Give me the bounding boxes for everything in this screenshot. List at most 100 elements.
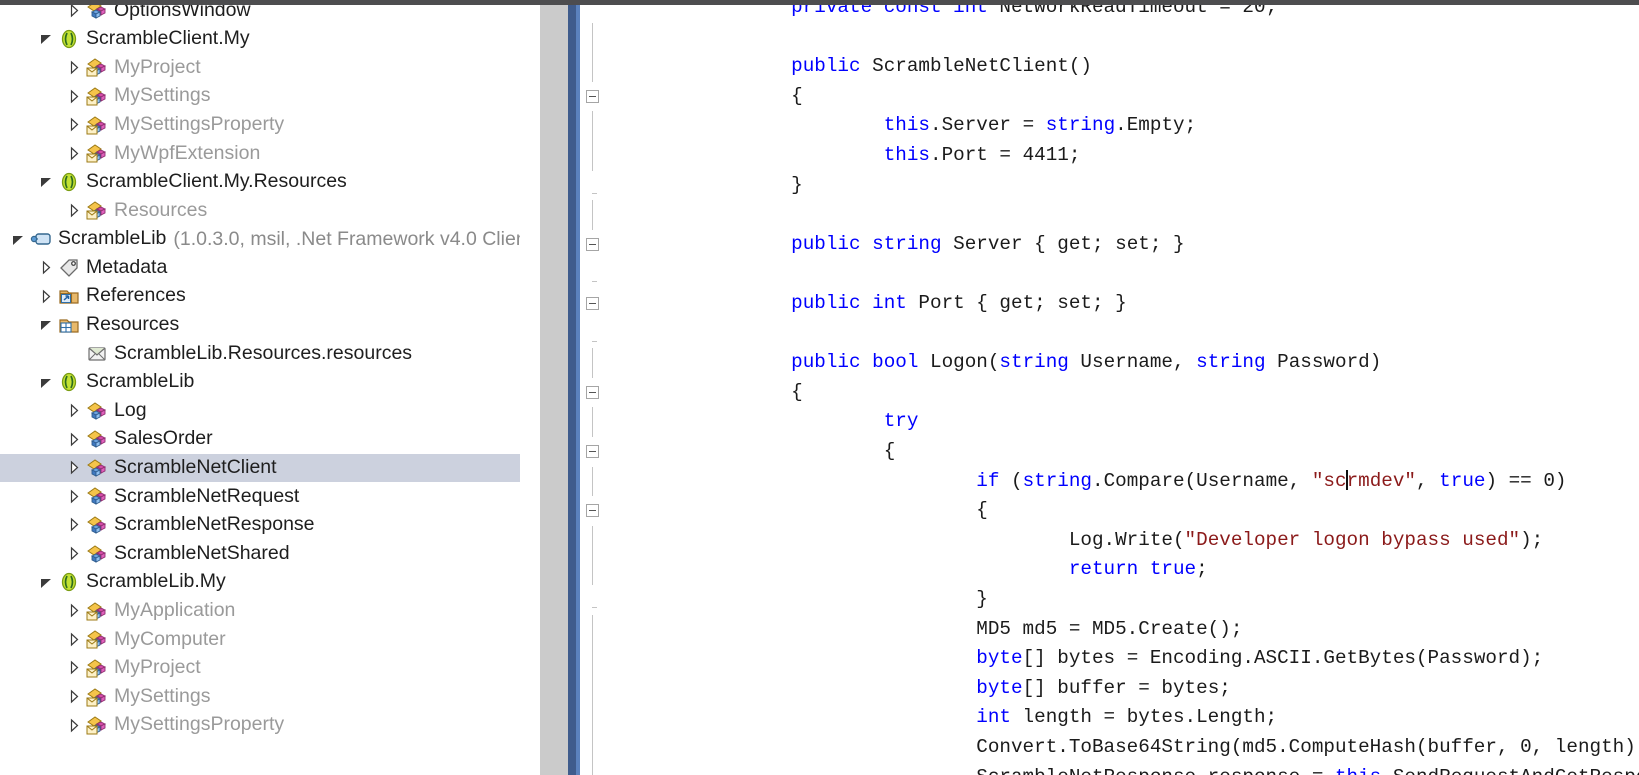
chevron-right-icon[interactable] [66, 631, 83, 648]
tree-item-log[interactable]: Log [0, 396, 520, 425]
fold-collapse-box[interactable] [586, 237, 599, 251]
code-line[interactable]: public int Port { get; set; } [606, 289, 1127, 319]
code-token-plain: { [606, 84, 803, 107]
assembly-tree-pane[interactable]: OptionsWindow ScrambleClient.My MyProject M… [0, 5, 520, 775]
code-editor-pane[interactable]: private const int NetworkReadTimeout = 2… [580, 5, 1639, 775]
chevron-down-icon[interactable] [10, 231, 27, 248]
pane-splitter[interactable] [540, 5, 568, 775]
tree-item-scramblenetclient[interactable]: ScrambleNetClient [0, 453, 520, 483]
code-folding-margin[interactable] [580, 5, 606, 775]
namespace-icon [58, 571, 80, 593]
chevron-right-icon[interactable] [66, 59, 83, 76]
chevron-down-icon[interactable] [38, 30, 55, 47]
code-line[interactable]: if (string.Compare(Username, "scrmdev", … [606, 467, 1566, 497]
chevron-down-icon[interactable] [38, 316, 55, 333]
code-line[interactable]: try [606, 407, 919, 437]
chevron-right-icon[interactable] [66, 116, 83, 133]
chevron-right-icon[interactable] [66, 516, 83, 533]
tree-item-scramblelib[interactable]: ScrambleLib [0, 368, 520, 397]
code-token-str: "Developer logon bypass used" [1184, 528, 1521, 551]
tree-item-references[interactable]: References [0, 282, 520, 311]
code-line[interactable]: } [606, 171, 803, 201]
tree-item-scramblelib[interactable]: ScrambleLib (1.0.3.0, msil, .Net Framewor… [0, 225, 520, 254]
code-line[interactable]: } [606, 585, 988, 615]
chevron-right-icon[interactable] [66, 659, 83, 676]
fold-guide-line [592, 52, 593, 82]
code-line[interactable]: { [606, 378, 803, 408]
chevron-right-icon[interactable] [38, 259, 55, 276]
fold-collapse-box[interactable] [586, 445, 599, 458]
tree-item-mycomputer[interactable]: MyComputer [0, 625, 520, 654]
tree-item-mysettings[interactable]: MySettings [0, 82, 520, 111]
tree-item-myproject[interactable]: MyProject [0, 654, 520, 683]
fold-collapse-box[interactable] [586, 385, 599, 399]
tree-item-mysettingsproperty[interactable]: MySettingsProperty [0, 711, 520, 740]
tree-item-myapplication[interactable]: MyApplication [0, 596, 520, 625]
internal-class-icon [86, 199, 108, 221]
code-text-area[interactable]: private const int NetworkReadTimeout = 2… [606, 5, 1639, 775]
chevron-down-icon[interactable] [38, 173, 55, 190]
code-line[interactable]: this.Server = string.Empty; [606, 111, 1196, 141]
chevron-right-icon[interactable] [66, 431, 83, 448]
code-line[interactable]: private const int NetworkReadTimeout = 2… [606, 5, 1277, 23]
code-line[interactable]: byte[] bytes = Encoding.ASCII.GetBytes(P… [606, 644, 1543, 674]
tree-item-resources[interactable]: Resources [0, 311, 520, 340]
code-line[interactable]: { [606, 496, 988, 526]
chevron-right-icon[interactable] [38, 288, 55, 305]
chevron-right-icon[interactable] [66, 459, 83, 476]
tree-item-myproject[interactable]: MyProject [0, 53, 520, 82]
chevron-right-icon[interactable] [66, 145, 83, 162]
tree-item-resources[interactable]: Resources [0, 196, 520, 225]
chevron-down-icon[interactable] [38, 374, 55, 391]
chevron-right-icon[interactable] [66, 488, 83, 505]
tree-item-mysettings[interactable]: MySettings [0, 682, 520, 711]
code-token-plain: NetworkReadTimeout = 20; [987, 5, 1278, 18]
tree-item-label: ScrambleNetClient [114, 456, 277, 479]
chevron-down-icon[interactable] [38, 574, 55, 591]
tree-item-optionswindow[interactable]: OptionsWindow [0, 5, 520, 25]
tree-item-mysettingsproperty[interactable]: MySettingsProperty [0, 110, 520, 139]
code-line[interactable]: ScrambleNetResponse response = this.Send… [606, 763, 1639, 775]
chevron-right-icon[interactable] [66, 402, 83, 419]
code-line[interactable]: public string Server { get; set; } [606, 230, 1184, 260]
chevron-right-icon[interactable] [66, 545, 83, 562]
code-line[interactable]: int length = bytes.Length; [606, 703, 1277, 733]
tree-item-scramblenetrequest[interactable]: ScrambleNetRequest [0, 482, 520, 511]
code-line[interactable]: public bool Logon(string Username, strin… [606, 348, 1381, 378]
code-token-plain: Port { get; set; } [906, 292, 1127, 314]
code-line[interactable]: this.Port = 4411; [606, 141, 1081, 171]
chevron-right-icon[interactable] [66, 88, 83, 105]
tree-item-scrambleclient-my[interactable]: ScrambleClient.My [0, 25, 520, 54]
tree-item-scramblenetresponse[interactable]: ScrambleNetResponse [0, 511, 520, 540]
chevron-right-icon[interactable] [66, 602, 83, 619]
code-line[interactable]: return true; [606, 555, 1208, 585]
chevron-right-icon[interactable] [66, 688, 83, 705]
code-line[interactable]: { [606, 82, 803, 112]
chevron-right-icon[interactable] [66, 717, 83, 734]
code-line[interactable]: MD5 md5 = MD5.Create(); [606, 615, 1242, 645]
fold-collapse-box[interactable] [586, 89, 599, 103]
code-line[interactable]: Log.Write("Developer logon bypass used")… [606, 526, 1543, 556]
tree-item-scramblenetshared[interactable]: ScrambleNetShared [0, 539, 520, 568]
code-line[interactable]: byte[] buffer = bytes; [606, 674, 1231, 704]
tree-item-metadata[interactable]: Metadata [0, 253, 520, 282]
code-token-plain: Logon( [918, 351, 1000, 374]
tree-item-salesorder[interactable]: SalesOrder [0, 425, 520, 454]
tree-item-scrambleclient-my-resources[interactable]: ScrambleClient.My.Resources [0, 168, 520, 197]
code-token-kw: public bool [791, 351, 919, 374]
chevron-right-icon[interactable] [66, 5, 83, 19]
code-token-plain: .SendRequestAndGetResponse( [1381, 766, 1639, 775]
tree-item-scramblelib-resources-resources[interactable]: ScrambleLib.Resources.resources [0, 339, 520, 368]
code-line[interactable]: { [606, 437, 896, 467]
fold-collapse-box[interactable] [586, 297, 599, 310]
chevron-right-icon[interactable] [66, 202, 83, 219]
tree-item-mywpfextension[interactable]: MyWpfExtension [0, 139, 520, 168]
code-line[interactable]: Convert.ToBase64String(md5.ComputeHash(b… [606, 733, 1639, 763]
tree-item-scramblelib-my[interactable]: ScrambleLib.My [0, 568, 520, 597]
fold-collapse-box[interactable] [586, 504, 599, 518]
tree-item-label: MyProject [114, 55, 201, 78]
code-line[interactable]: public ScrambleNetClient() [606, 52, 1092, 82]
